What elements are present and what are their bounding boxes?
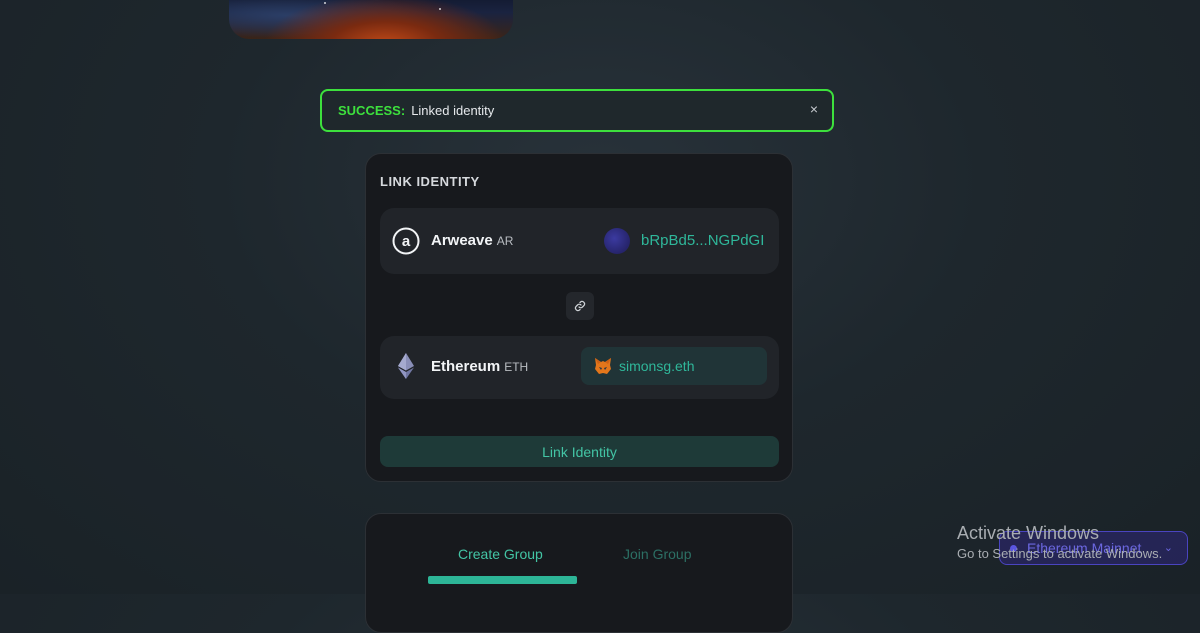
tab-join-group[interactable]: Join Group <box>623 546 691 562</box>
ethereum-name: Ethereum ETH <box>431 358 528 375</box>
close-icon[interactable]: × <box>810 101 818 117</box>
alert-label: SUCCESS: <box>338 103 406 118</box>
group-card: Create Group Join Group <box>365 513 793 633</box>
arweave-label: Arweave <box>431 232 493 249</box>
windows-activation-watermark: Activate Windows Go to Settings to activ… <box>957 523 1162 561</box>
card-title: LINK IDENTITY <box>380 174 480 189</box>
success-alert: SUCCESS: Linked identity × <box>320 89 834 132</box>
arweave-avatar <box>604 228 630 254</box>
arweave-name: Arweave AR <box>431 232 513 249</box>
link-identity-card: LINK IDENTITY a Arweave AR bRpBd5...NGPdG… <box>365 153 793 482</box>
link-icon-button[interactable] <box>566 292 594 320</box>
arweave-address[interactable]: bRpBd5...NGPdGI <box>641 232 764 249</box>
ethereum-icon <box>398 353 414 379</box>
active-tab-indicator <box>428 576 577 584</box>
arweave-ticker: AR <box>496 234 514 248</box>
link-identity-button[interactable]: Link Identity <box>380 436 779 467</box>
ethereum-account-name: simonsg.eth <box>619 358 695 374</box>
chevron-down-icon: ⌄ <box>1163 542 1173 554</box>
alert-message: Linked identity <box>411 103 495 118</box>
ethereum-label: Ethereum <box>431 358 501 375</box>
svg-text:a: a <box>402 233 411 250</box>
watermark-title: Activate Windows <box>957 523 1100 543</box>
watermark-subtitle: Go to Settings to activate Windows. <box>957 546 1163 561</box>
tab-create-group[interactable]: Create Group <box>458 546 543 562</box>
ethereum-account-button[interactable]: simonsg.eth <box>581 347 767 385</box>
metamask-fox-icon <box>595 358 611 374</box>
link-icon <box>574 300 586 312</box>
ethereum-ticker: ETH <box>504 360 529 374</box>
arweave-row: a Arweave AR bRpBd5...NGPdGI <box>380 208 779 274</box>
hero-image <box>229 0 513 39</box>
ethereum-row: Ethereum ETH simonsg.eth <box>380 336 779 399</box>
arweave-icon: a <box>392 227 420 255</box>
